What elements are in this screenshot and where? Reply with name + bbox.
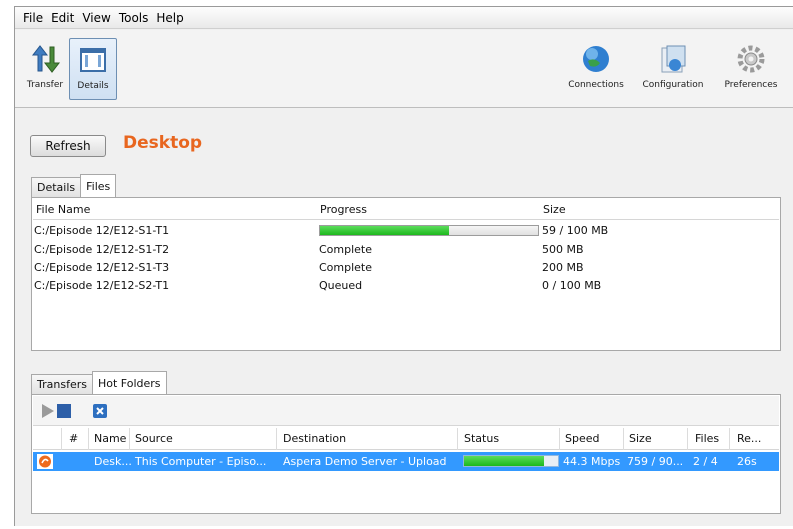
table-row[interactable]: C:/Episode 12/E12-S2-T1 Queued 0 / 100 M… bbox=[34, 277, 764, 295]
preferences-button[interactable]: Preferences bbox=[715, 38, 787, 100]
app-window: File Edit View Tools Help Transfer Detai… bbox=[14, 6, 793, 526]
progress-bar-fill bbox=[320, 226, 449, 235]
header-size[interactable]: Size bbox=[543, 203, 566, 216]
tab-details[interactable]: Details bbox=[31, 177, 82, 197]
header-progress[interactable]: Progress bbox=[320, 203, 367, 216]
files-panel: File Name Progress Size C:/Episode 12/E1… bbox=[31, 197, 781, 351]
hot-folder-source: This Computer - Episo... bbox=[135, 455, 267, 468]
menu-file[interactable]: File bbox=[19, 11, 47, 25]
file-name-cell: C:/Episode 12/E12-S1-T3 bbox=[34, 261, 170, 274]
size-cell: 59 / 100 MB bbox=[542, 224, 609, 237]
table-row[interactable]: C:/Episode 12/E12-S1-T2 Complete 500 MB bbox=[34, 241, 764, 259]
bottom-tabs: Transfers Hot Folders bbox=[31, 371, 167, 394]
aspera-logo-icon bbox=[37, 454, 53, 472]
progress-cell: Queued bbox=[319, 279, 363, 292]
menu-view[interactable]: View bbox=[78, 11, 114, 25]
hot-folder-remaining: 26s bbox=[737, 455, 757, 468]
hot-folder-size: 759 / 90... bbox=[627, 455, 684, 468]
header-source[interactable]: Source bbox=[135, 432, 173, 445]
header-file-name[interactable]: File Name bbox=[36, 203, 90, 216]
details-label: Details bbox=[77, 81, 109, 91]
hot-folder-name: Desk... bbox=[94, 455, 132, 468]
preferences-label: Preferences bbox=[724, 80, 778, 90]
size-cell: 500 MB bbox=[542, 243, 584, 256]
header-remaining[interactable]: Re... bbox=[737, 432, 761, 445]
status-progress-fill bbox=[464, 456, 544, 466]
header-number[interactable]: # bbox=[69, 432, 78, 445]
connections-button[interactable]: Connections bbox=[560, 38, 632, 100]
main-toolbar: Transfer Details Connections Configurati… bbox=[15, 30, 793, 108]
details-window-icon bbox=[76, 43, 110, 77]
file-name-cell: C:/Episode 12/E12-S1-T1 bbox=[34, 224, 170, 237]
header-size[interactable]: Size bbox=[629, 432, 652, 445]
menu-edit[interactable]: Edit bbox=[47, 11, 78, 25]
details-button[interactable]: Details bbox=[69, 38, 117, 100]
hot-folder-files: 2 / 4 bbox=[693, 455, 718, 468]
table-row[interactable]: C:/Episode 12/E12-S1-T1 59 / 100 MB bbox=[34, 222, 764, 240]
menu-bar: File Edit View Tools Help bbox=[15, 7, 793, 29]
table-row[interactable]: C:/Episode 12/E12-S1-T3 Complete 200 MB bbox=[34, 259, 764, 277]
progress-cell: Complete bbox=[319, 261, 373, 274]
transfer-arrows-icon bbox=[28, 42, 62, 76]
gear-icon bbox=[734, 42, 768, 76]
top-tabs: Details Files bbox=[31, 174, 117, 197]
header-name[interactable]: Name bbox=[94, 432, 126, 445]
tab-files[interactable]: Files bbox=[80, 174, 117, 197]
hot-folder-destination: Aspera Demo Server - Upload bbox=[283, 455, 447, 468]
hot-folder-speed: 44.3 Mbps bbox=[563, 455, 621, 468]
configuration-icon bbox=[656, 42, 690, 76]
play-icon[interactable] bbox=[41, 403, 55, 422]
header-destination[interactable]: Destination bbox=[283, 432, 346, 445]
hot-folders-panel: # Name Source Destination Status Speed S… bbox=[31, 394, 781, 514]
hot-folder-row[interactable]: Desk... This Computer - Episo... Aspera … bbox=[33, 452, 779, 471]
close-icon[interactable] bbox=[93, 404, 107, 421]
hot-folders-toolbar bbox=[33, 396, 779, 426]
connections-label: Connections bbox=[568, 80, 624, 90]
configuration-label: Configuration bbox=[642, 80, 704, 90]
size-cell: 200 MB bbox=[542, 261, 584, 274]
progress-cell: Complete bbox=[319, 243, 373, 256]
header-files[interactable]: Files bbox=[695, 432, 719, 445]
menu-tools[interactable]: Tools bbox=[115, 11, 153, 25]
stop-icon[interactable] bbox=[57, 404, 71, 421]
transfer-label: Transfer bbox=[26, 80, 64, 90]
transfer-button[interactable]: Transfer bbox=[23, 38, 67, 100]
tab-transfers[interactable]: Transfers bbox=[31, 374, 93, 394]
size-cell: 0 / 100 MB bbox=[542, 279, 602, 292]
file-name-cell: C:/Episode 12/E12-S1-T2 bbox=[34, 243, 170, 256]
file-name-cell: C:/Episode 12/E12-S2-T1 bbox=[34, 279, 170, 292]
header-speed[interactable]: Speed bbox=[565, 432, 599, 445]
refresh-button[interactable]: Refresh bbox=[30, 135, 106, 157]
files-table-header: File Name Progress Size bbox=[33, 199, 779, 220]
location-title: Desktop bbox=[123, 133, 203, 153]
configuration-button[interactable]: Configuration bbox=[635, 38, 711, 100]
hot-folders-header: # Name Source Destination Status Speed S… bbox=[33, 428, 779, 450]
progress-bar bbox=[319, 225, 539, 236]
main-content: Refresh Desktop Details Files File Name … bbox=[15, 109, 793, 527]
menu-help[interactable]: Help bbox=[152, 11, 187, 25]
status-progress-bar bbox=[463, 455, 559, 467]
globe-icon bbox=[579, 42, 613, 76]
header-status[interactable]: Status bbox=[464, 432, 499, 445]
tab-hot-folders[interactable]: Hot Folders bbox=[91, 371, 167, 394]
